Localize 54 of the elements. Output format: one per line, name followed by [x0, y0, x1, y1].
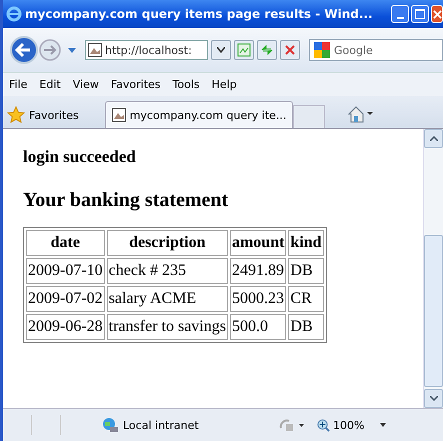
refresh-button[interactable] — [257, 40, 277, 60]
page-chart-icon — [237, 43, 251, 57]
close-button[interactable] — [431, 5, 443, 23]
zoom-dropdown-icon[interactable] — [380, 423, 386, 427]
scrollbar[interactable] — [423, 129, 443, 408]
table-cell: DB — [288, 314, 324, 340]
menu-item[interactable]: Tools — [172, 78, 200, 91]
column-header: description — [106, 230, 228, 256]
history-dropdown-icon[interactable] — [68, 48, 76, 52]
status-message: login succeeded — [23, 147, 137, 167]
statement-heading: Your banking statement — [23, 189, 230, 212]
dropdown-button[interactable] — [211, 40, 231, 60]
column-header: amount — [230, 230, 286, 256]
close-icon — [284, 44, 296, 56]
table-cell: DB — [288, 258, 324, 284]
favorites-button[interactable]: Favorites — [7, 102, 79, 128]
menu-item[interactable]: View — [72, 78, 99, 91]
globe-icon — [101, 417, 119, 433]
page-icon — [88, 43, 102, 57]
minimize-button[interactable] — [391, 5, 409, 23]
menu-item[interactable]: Favorites — [110, 78, 161, 91]
window-title: mycompany.com query items page results - Wind... — [25, 7, 374, 21]
menu-item[interactable]: Edit — [39, 78, 61, 91]
column-header: kind — [288, 230, 324, 256]
address-field[interactable]: http://localhost: — [85, 40, 208, 60]
search-field[interactable]: Google — [309, 39, 443, 61]
security-zone: Local intranet — [101, 417, 251, 433]
refresh-icon — [260, 43, 274, 57]
zoom-button[interactable]: 100% — [317, 418, 364, 432]
page-icon — [112, 108, 126, 122]
maximize-button[interactable] — [411, 5, 429, 23]
magnifier-icon — [317, 418, 330, 432]
table-cell: 2009-06-28 — [26, 314, 105, 340]
table-cell: CR — [288, 286, 324, 312]
table-cell: 2009-07-10 — [26, 258, 105, 284]
column-header: date — [26, 230, 105, 256]
table-cell: check # 235 — [106, 258, 228, 284]
table-cell: 2491.89 — [230, 258, 286, 284]
table-cell: salary ACME — [106, 286, 228, 312]
table-cell: 2009-07-02 — [26, 286, 105, 312]
table-cell: transfer to savings — [106, 314, 228, 340]
forward-button[interactable] — [38, 38, 62, 62]
browser-tab[interactable]: mycompany.com query ite... — [104, 101, 294, 128]
table-cell: 500.0 — [230, 314, 286, 340]
caret-icon — [217, 47, 225, 53]
table-cell: 5000.23 — [230, 286, 286, 312]
browser-logo-icon — [6, 6, 22, 22]
back-button[interactable] — [9, 35, 39, 65]
stop-button[interactable] — [280, 40, 300, 60]
menu-item[interactable]: File — [9, 78, 28, 91]
star-icon — [7, 106, 25, 124]
home-icon[interactable] — [347, 105, 374, 123]
search-provider-icon — [314, 42, 330, 58]
menu-item[interactable]: Help — [212, 78, 237, 91]
